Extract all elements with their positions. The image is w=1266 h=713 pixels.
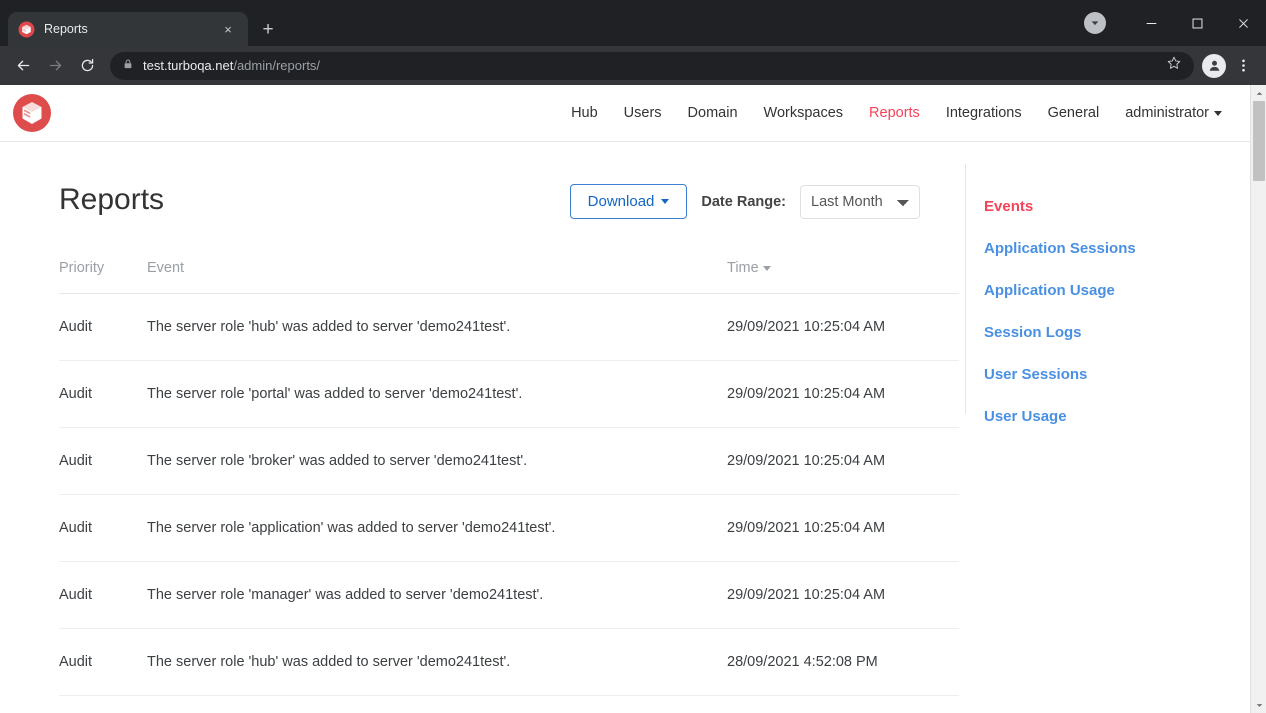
cell-event: The server role 'broker' was added to se… <box>147 428 727 495</box>
page-title: Reports <box>59 182 164 218</box>
tab-strip: Reports × + <box>0 0 1266 46</box>
browser-tab[interactable]: Reports × <box>8 12 248 46</box>
cell-time: 29/09/2021 10:25:04 AM <box>727 294 959 361</box>
table-row[interactable]: Audit The server role 'broker' was added… <box>59 428 959 495</box>
cell-event: The server role 'hub' was added to serve… <box>147 294 727 361</box>
window-minimize-button[interactable] <box>1128 0 1174 46</box>
main-column: Reports Download Date Range: Last Month <box>0 142 965 696</box>
page-viewport: Hub Users Domain Workspaces Reports Inte… <box>0 85 1266 713</box>
table-header-row: Priority Event Time <box>59 260 959 294</box>
cell-time: 28/09/2021 4:52:08 PM <box>727 629 959 696</box>
cell-event: The server role 'application' was added … <box>147 495 727 562</box>
site-header: Hub Users Domain Workspaces Reports Inte… <box>0 85 1250 142</box>
page-content: Reports Download Date Range: Last Month <box>0 142 1250 696</box>
close-icon[interactable]: × <box>218 19 238 39</box>
cell-event: The server role 'hub' was added to serve… <box>147 629 727 696</box>
sidebar-item-application-sessions[interactable]: Application Sessions <box>984 240 1235 257</box>
profile-avatar-icon[interactable] <box>1202 54 1226 78</box>
nav-item-domain[interactable]: Domain <box>675 105 751 121</box>
cell-priority: Audit <box>59 294 147 361</box>
nav-item-workspaces[interactable]: Workspaces <box>751 105 857 121</box>
url-path: /admin/reports/ <box>233 58 320 73</box>
star-icon[interactable] <box>1166 55 1182 76</box>
cell-priority: Audit <box>59 428 147 495</box>
nav-item-hub[interactable]: Hub <box>558 105 611 121</box>
new-tab-button[interactable]: + <box>254 15 282 43</box>
chevron-down-icon <box>661 199 669 204</box>
cell-priority: Audit <box>59 495 147 562</box>
window-controls-area <box>1084 0 1266 46</box>
user-menu[interactable]: administrator <box>1112 105 1226 121</box>
download-button-label: Download <box>588 193 655 210</box>
column-header-time[interactable]: Time <box>727 260 959 294</box>
sidebar-item-user-sessions[interactable]: User Sessions <box>984 366 1235 383</box>
cell-priority: Audit <box>59 361 147 428</box>
cell-event: The server role 'manager' was added to s… <box>147 562 727 629</box>
column-header-event[interactable]: Event <box>147 260 727 294</box>
window-maximize-button[interactable] <box>1174 0 1220 46</box>
reload-icon[interactable] <box>72 51 102 81</box>
tab-title: Reports <box>44 22 209 36</box>
scroll-up-icon[interactable] <box>1251 85 1266 101</box>
lock-icon <box>122 57 134 75</box>
download-indicator-icon[interactable] <box>1084 12 1106 34</box>
table-row[interactable]: Audit The server role 'manager' was adde… <box>59 562 959 629</box>
nav-item-general[interactable]: General <box>1035 105 1113 121</box>
column-header-time-label: Time <box>727 260 759 276</box>
sidebar-item-events[interactable]: Events <box>984 198 1235 215</box>
scroll-down-icon[interactable] <box>1251 697 1266 713</box>
browser-menu-icon[interactable] <box>1228 51 1258 81</box>
cell-time: 29/09/2021 10:25:04 AM <box>727 361 959 428</box>
vertical-scrollbar[interactable] <box>1250 85 1266 713</box>
date-range-label: Date Range: <box>701 194 786 210</box>
page-toolbar: Reports Download Date Range: Last Month <box>59 182 965 238</box>
sort-descending-icon <box>763 266 771 271</box>
cell-priority: Audit <box>59 562 147 629</box>
url-domain: test.turboqa.net <box>143 58 233 73</box>
address-bar[interactable]: test.turboqa.net/admin/reports/ <box>110 52 1194 80</box>
download-button[interactable]: Download <box>570 184 688 219</box>
sidebar-item-user-usage[interactable]: User Usage <box>984 408 1235 425</box>
scrollbar-thumb[interactable] <box>1253 101 1265 181</box>
back-icon[interactable] <box>8 51 38 81</box>
nav-item-integrations[interactable]: Integrations <box>933 105 1035 121</box>
sidebar-item-application-usage[interactable]: Application Usage <box>984 282 1235 299</box>
user-menu-label: administrator <box>1125 105 1209 121</box>
nav-item-users[interactable]: Users <box>611 105 675 121</box>
app-logo-icon <box>18 21 35 38</box>
cell-priority: Audit <box>59 629 147 696</box>
chevron-down-icon <box>1214 111 1222 116</box>
url-text: test.turboqa.net/admin/reports/ <box>143 58 320 73</box>
table-row[interactable]: Audit The server role 'application' was … <box>59 495 959 562</box>
table-body: Audit The server role 'hub' was added to… <box>59 294 959 696</box>
browser-toolbar: test.turboqa.net/admin/reports/ <box>0 46 1266 85</box>
forward-icon[interactable] <box>40 51 70 81</box>
cell-event: The server role 'portal' was added to se… <box>147 361 727 428</box>
column-header-priority[interactable]: Priority <box>59 260 147 294</box>
table-row[interactable]: Audit The server role 'portal' was added… <box>59 361 959 428</box>
cell-time: 29/09/2021 10:25:04 AM <box>727 562 959 629</box>
sidebar-item-session-logs[interactable]: Session Logs <box>984 324 1235 341</box>
web-page: Hub Users Domain Workspaces Reports Inte… <box>0 85 1250 713</box>
main-navigation: Hub Users Domain Workspaces Reports Inte… <box>558 105 1226 121</box>
nav-item-reports[interactable]: Reports <box>856 105 933 121</box>
cell-time: 29/09/2021 10:25:04 AM <box>727 495 959 562</box>
cell-time: 29/09/2021 10:25:04 AM <box>727 428 959 495</box>
toolbar-actions: Download Date Range: Last Month <box>570 182 965 219</box>
table-row[interactable]: Audit The server role 'hub' was added to… <box>59 294 959 361</box>
date-range-select[interactable]: Last Month <box>800 185 920 219</box>
reports-table: Priority Event Time Audit The server rol… <box>59 260 959 696</box>
report-type-sidebar: Events Application Sessions Application … <box>965 164 1235 414</box>
browser-window: Reports × + <box>0 0 1266 713</box>
table-row[interactable]: Audit The server role 'hub' was added to… <box>59 629 959 696</box>
app-logo-icon[interactable] <box>12 93 52 133</box>
table-head: Priority Event Time <box>59 260 959 294</box>
window-close-button[interactable] <box>1220 0 1266 46</box>
